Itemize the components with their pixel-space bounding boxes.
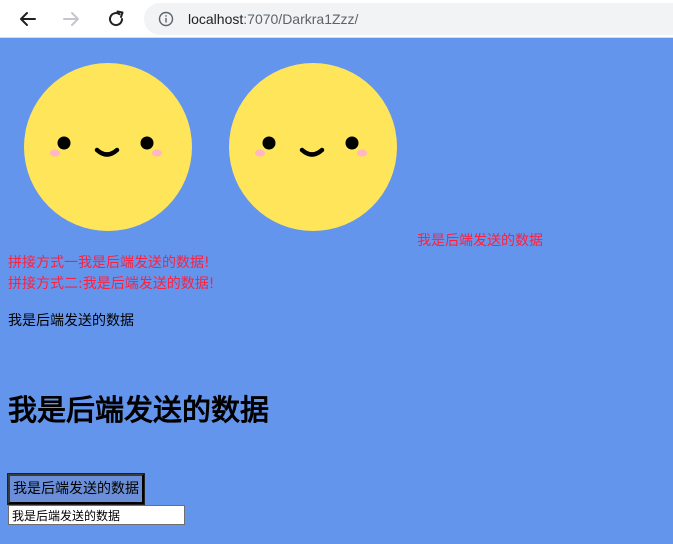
floating-data-text: 我是后端发送的数据 (417, 233, 543, 249)
url-text[interactable]: localhost:7070/Darkra1Zzz/ (188, 10, 358, 28)
concat-method-2-text: 拼接方式二:我是后端发送的数据! (8, 276, 215, 292)
url-host: localhost (188, 11, 244, 27)
smiley-face-icon (229, 63, 397, 231)
data-button[interactable]: 我是后端发送的数据 (7, 473, 145, 505)
data-input-field[interactable] (8, 505, 185, 525)
url-path: :7070/Darkra1Zzz/ (243, 11, 359, 27)
plain-data-text: 我是后端发送的数据 (8, 313, 134, 329)
browser-toolbar: localhost:7070/Darkra1Zzz/ (0, 0, 673, 38)
back-arrow-icon (20, 12, 36, 26)
concat-method-1-text: 拼接方式一我是后端发送的数据! (8, 255, 210, 271)
info-icon[interactable] (158, 11, 174, 27)
smiley-face-icon (24, 63, 192, 231)
page-heading: 我是后端发送的数据 (8, 393, 270, 427)
forward-button[interactable] (59, 7, 83, 31)
back-button[interactable] (16, 7, 40, 31)
address-bar[interactable]: localhost:7070/Darkra1Zzz/ (144, 3, 673, 35)
reload-icon (109, 10, 124, 27)
forward-arrow-icon (63, 12, 79, 26)
reload-button[interactable] (104, 7, 128, 31)
page-body: 我是后端发送的数据 拼接方式一我是后端发送的数据! 拼接方式二:我是后端发送的数… (0, 38, 673, 544)
